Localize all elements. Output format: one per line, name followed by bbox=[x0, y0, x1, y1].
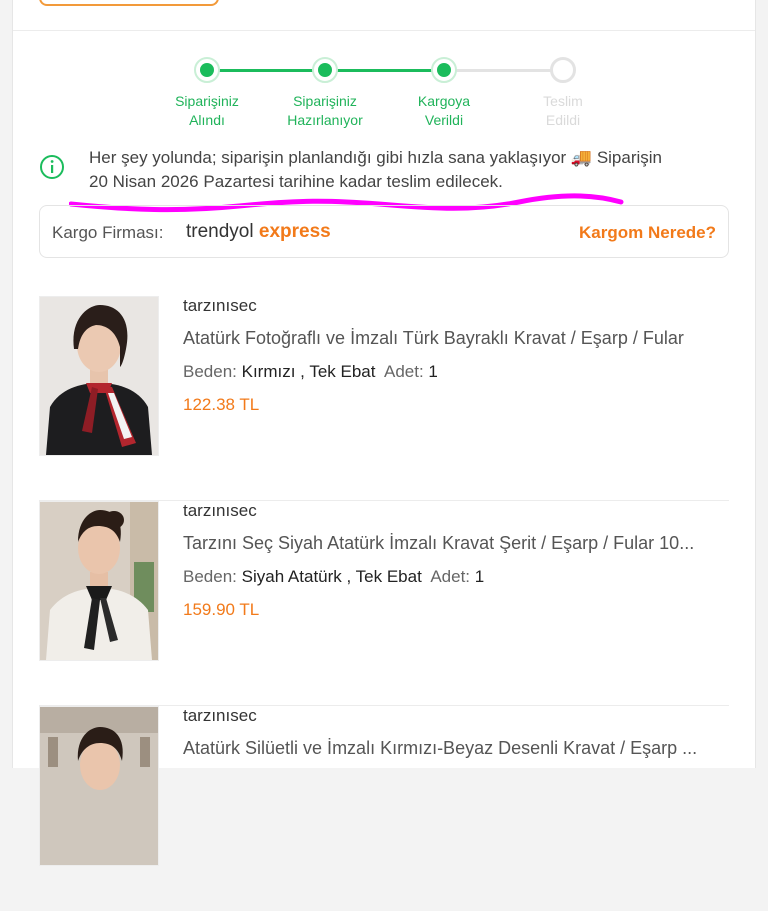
step-delivered-dot bbox=[550, 57, 576, 83]
step-shipped-label: Kargoya Verildi bbox=[417, 93, 471, 128]
track-shipment-link[interactable]: Kargom Nerede? bbox=[579, 223, 716, 243]
progress-line-pending bbox=[443, 69, 563, 72]
product-image[interactable] bbox=[39, 706, 159, 866]
step-preparing-dot bbox=[312, 57, 338, 83]
step-preparing-label: Siparişiniz Hazırlanıyor bbox=[287, 93, 363, 128]
product-item[interactable]: tarzınısec Atatürk Fotoğraflı ve İmzalı … bbox=[39, 296, 729, 501]
progress-line-done bbox=[325, 69, 443, 72]
product-variant: Beden: Kırmızı , Tek Ebat Adet: 1 bbox=[183, 362, 438, 381]
product-name[interactable]: Atatürk Fotoğraflı ve İmzalı Türk Bayrak… bbox=[183, 328, 729, 349]
progress-line-done bbox=[207, 69, 325, 72]
seller-name[interactable]: tarzınısec bbox=[183, 501, 257, 521]
product-item[interactable]: tarzınısec Atatürk Silüetli ve İmzalı Kı… bbox=[39, 706, 729, 911]
step-received-dot bbox=[194, 57, 220, 83]
cargo-info-box: Kargo Firması: trendyol express Kargom N… bbox=[39, 205, 729, 258]
product-image[interactable] bbox=[39, 501, 159, 661]
seller-name[interactable]: tarzınısec bbox=[183, 296, 257, 316]
product-name[interactable]: Tarzını Seç Siyah Atatürk İmzalı Kravat … bbox=[183, 533, 729, 554]
step-delivered-label: Teslim Edildi bbox=[543, 93, 583, 128]
order-progress-tracker: Siparişiniz Alındı Siparişiniz Hazırlanıyo… bbox=[13, 0, 755, 140]
cargo-company-label: Kargo Firması: bbox=[52, 223, 164, 242]
info-icon bbox=[40, 155, 64, 179]
product-price: 122.38 TL bbox=[183, 395, 260, 414]
cargo-brand-logo: trendyol express bbox=[186, 221, 331, 242]
step-shipped-dot bbox=[431, 57, 457, 83]
product-price: 159.90 TL bbox=[183, 600, 260, 619]
product-variant: Beden: Siyah Atatürk , Tek Ebat Adet: 1 bbox=[183, 567, 485, 586]
order-detail-card: Siparişiniz Alındı Siparişiniz Hazırlanıyo… bbox=[12, 0, 756, 866]
seller-name[interactable]: tarzınısec bbox=[183, 706, 257, 726]
product-name[interactable]: Atatürk Silüetli ve İmzalı Kırmızı-Beyaz… bbox=[183, 738, 729, 759]
product-image[interactable] bbox=[39, 296, 159, 456]
step-received-label: Siparişiniz Alındı bbox=[175, 93, 239, 128]
product-item[interactable]: tarzınısec Tarzını Seç Siyah Atatürk İmz… bbox=[39, 501, 729, 706]
delivery-info-text: Her şey yolunda; siparişin planlandığı g… bbox=[89, 148, 663, 191]
